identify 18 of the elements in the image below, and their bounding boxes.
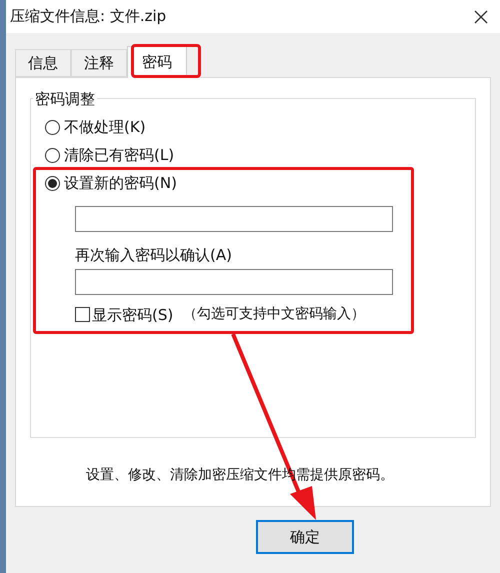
highlight-frame [131,44,201,78]
radio-button[interactable] [45,148,60,162]
tab[interactable]: 注释 [71,49,127,77]
radio-button[interactable] [45,120,60,134]
hint-text: （勾选可支持中文密码输入） [183,305,366,324]
radio-label: 设置新的密码(N) [64,172,177,194]
window-title: 压缩文件信息: 文件.zip [10,6,166,28]
tab[interactable]: 信息 [15,49,71,77]
password-confirm-field[interactable] [75,268,393,294]
checkbox[interactable] [75,307,90,322]
checkbox-label: 显示密码(S) [92,304,174,326]
radio-label: 不做处理(K) [64,116,146,138]
radio-button[interactable] [45,176,60,190]
radio-label: 清除已有密码(L) [64,144,174,166]
field-label: 再次输入密码以确认(A) [75,245,233,266]
ok-button[interactable]: 确定 [256,520,354,554]
close-icon[interactable] [474,10,488,24]
password-field[interactable] [75,206,393,232]
